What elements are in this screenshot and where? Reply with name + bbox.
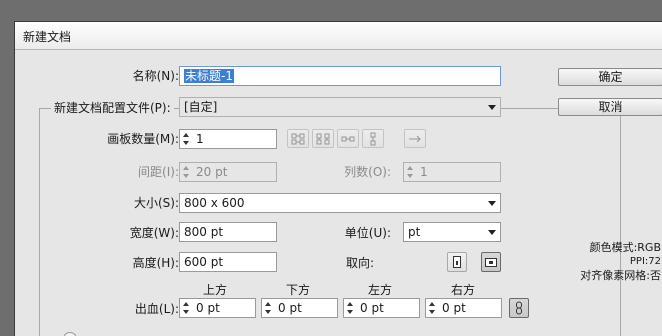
orientation-label: 取向:	[346, 256, 375, 270]
stepper-icon[interactable]	[347, 302, 354, 314]
bleed-bottom-label: 下方	[286, 283, 311, 297]
name-label: 名称(N):	[132, 69, 179, 83]
dialog-titlebar: 新建文档	[15, 22, 662, 50]
units-label: 单位(U):	[344, 226, 391, 240]
link-bleed-icon[interactable]	[509, 298, 529, 318]
ppi-info: PPI:72	[629, 256, 661, 267]
stepper-icon[interactable]	[429, 302, 436, 314]
units-select[interactable]: pt	[403, 222, 501, 242]
units-value: pt	[408, 225, 421, 239]
columns-input[interactable]: 1	[403, 162, 501, 182]
stepper-icon	[183, 166, 190, 178]
spacing-value: 20 pt	[196, 165, 228, 179]
artboard-count-input[interactable]: 1	[179, 129, 277, 149]
ok-button[interactable]: 确定	[558, 68, 662, 86]
bleed-right-label: 右方	[451, 283, 476, 297]
grid-by-column-icon[interactable]	[312, 129, 334, 148]
width-value: 800 pt	[184, 225, 224, 239]
artboard-count-value: 1	[196, 132, 204, 146]
width-label: 宽度(W):	[129, 226, 179, 240]
profile-label: 新建文档配置文件(P):	[51, 100, 174, 116]
bleed-bottom-value: 0 pt	[278, 301, 302, 315]
chevron-down-icon	[488, 105, 496, 110]
arrange-by-column-icon[interactable]	[362, 129, 384, 148]
document-name-value: 未标题-1	[184, 69, 234, 83]
arrange-by-row-icon[interactable]	[337, 129, 359, 148]
stepper-icon[interactable]	[183, 133, 190, 145]
color-mode-info: 颜色模式:RGB	[589, 241, 661, 254]
stepper-icon[interactable]	[265, 302, 272, 314]
bleed-label: 出血(L):	[134, 302, 179, 316]
cancel-button[interactable]: 取消	[558, 98, 662, 116]
height-value: 600 pt	[184, 255, 224, 269]
height-label: 高度(H):	[132, 256, 179, 270]
chevron-down-icon	[488, 201, 496, 206]
size-select[interactable]: 800 x 600	[179, 193, 501, 213]
width-input[interactable]: 800 pt	[179, 222, 277, 242]
columns-value: 1	[420, 165, 428, 179]
pixel-grid-info: 对齐像素网格:否	[580, 269, 661, 282]
spacing-label: 间距(I):	[138, 165, 179, 179]
chevron-down-icon	[488, 230, 496, 235]
grid-by-row-icon[interactable]	[287, 129, 309, 148]
bleed-right-input[interactable]: 0 pt	[425, 298, 502, 318]
landscape-icon[interactable]	[481, 252, 501, 272]
bleed-top-label: 上方	[203, 283, 228, 297]
size-label: 大小(S):	[133, 196, 179, 210]
right-to-left-icon[interactable]	[404, 129, 426, 148]
stepper-icon	[407, 166, 414, 178]
spacing-input[interactable]: 20 pt	[179, 162, 277, 182]
bleed-bottom-input[interactable]: 0 pt	[261, 298, 338, 318]
bleed-left-label: 左方	[368, 283, 393, 297]
bleed-right-value: 0 pt	[442, 301, 466, 315]
bleed-left-input[interactable]: 0 pt	[343, 298, 420, 318]
bleed-top-input[interactable]: 0 pt	[179, 298, 256, 318]
bleed-top-value: 0 pt	[196, 301, 220, 315]
height-input[interactable]: 600 pt	[179, 252, 277, 272]
new-document-dialog: 新建文档 名称(N): 未标题-1 新建文档配置文件(P): [自定] 画板数量…	[14, 21, 662, 336]
document-name-input[interactable]: 未标题-1	[179, 66, 501, 86]
artboard-count-label: 画板数量(M):	[107, 132, 179, 146]
profile-value: [自定]	[184, 100, 218, 114]
bleed-left-value: 0 pt	[360, 301, 384, 315]
profile-select[interactable]: [自定]	[179, 97, 501, 117]
portrait-icon[interactable]	[447, 252, 467, 272]
size-value: 800 x 600	[184, 196, 245, 210]
stepper-icon[interactable]	[183, 302, 190, 314]
columns-label: 列数(O):	[344, 165, 391, 179]
dialog-title: 新建文档	[23, 30, 72, 44]
